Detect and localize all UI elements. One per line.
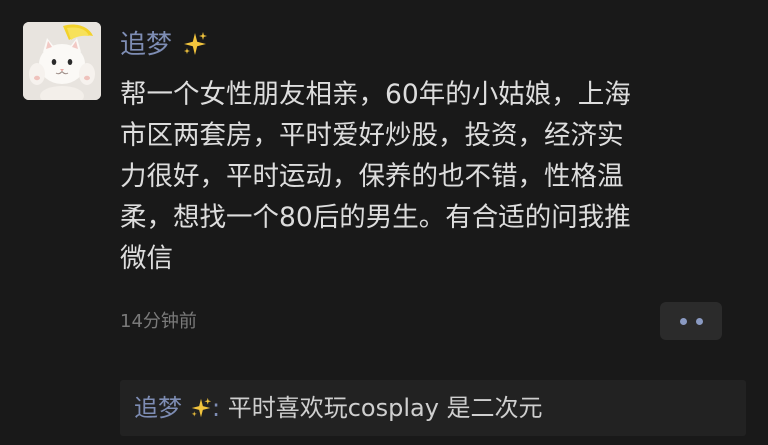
sparkles-icon [182,31,208,66]
sparkles-icon [190,394,212,428]
post-content: 帮一个女性朋友相亲，60年的小姑娘，上海 市区两套房，平时爱好炒股，投资，经济实… [120,74,735,279]
comment-separator: : [212,394,221,422]
post-content-line: 帮一个女性朋友相亲，60年的小姑娘，上海 [120,79,631,110]
cat-avatar-icon [23,22,101,100]
comment-item[interactable]: 追梦 : 平时喜欢玩cosplay 是二次元 [134,391,543,428]
post-author[interactable]: 追梦 [120,28,208,66]
comments-section: 追梦 : 平时喜欢玩cosplay 是二次元 [120,380,746,436]
comment-text: 平时喜欢玩cosplay 是二次元 [220,394,543,422]
post-content-line: 市区两套房，平时爱好炒股，投资，经济实 [120,120,624,151]
more-actions-button[interactable] [660,302,722,340]
post-timestamp: 14分钟前 [120,311,197,332]
moments-screen: 追梦 帮一个女性朋友相亲，60年的小姑娘，上海 市区两套房，平时爱好炒股，投资，… [0,0,768,445]
post-author-name[interactable]: 追梦 [120,30,172,60]
post-content-line: 柔，想找一个80后的男生。有合适的问我推 [120,202,631,233]
post-content-line: 力很好，平时运动，保养的也不错，性格温 [120,161,624,192]
post-content-line: 微信 [120,243,173,274]
comment-author[interactable]: 追梦 [134,394,182,422]
more-dots-icon [679,317,687,325]
more-dots-icon [695,317,703,325]
avatar[interactable] [23,22,101,100]
